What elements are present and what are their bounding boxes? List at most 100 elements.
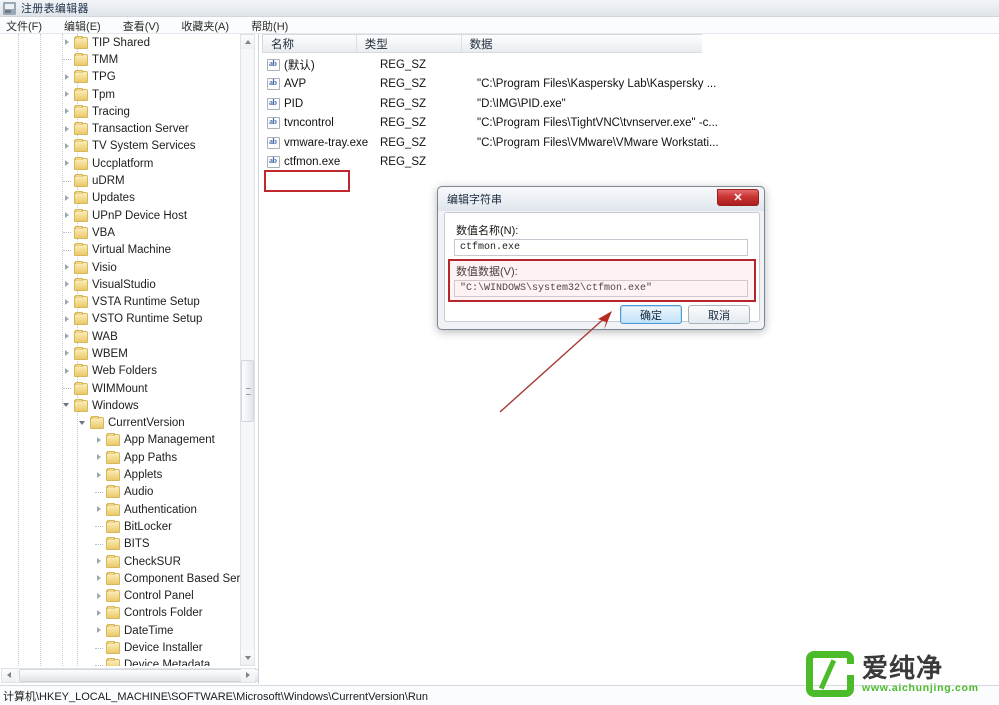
table-row[interactable]: abvmware-tray.exeREG_SZ"C:\Program Files… xyxy=(262,134,897,151)
chevron-right-icon[interactable] xyxy=(94,435,105,446)
scroll-down-arrow-icon[interactable] xyxy=(241,651,254,665)
table-row[interactable]: abtvncontrolREG_SZ"C:\Program Files\Tigh… xyxy=(262,115,897,132)
chevron-right-icon[interactable] xyxy=(94,573,105,584)
chevron-right-icon[interactable] xyxy=(62,37,73,48)
tree-item[interactable]: VSTA Runtime Setup xyxy=(0,293,243,310)
tree-item-label: WIMMount xyxy=(92,383,148,395)
tree-item-label: Visio xyxy=(92,262,117,274)
tree-item[interactable]: Uccplatform xyxy=(0,155,243,172)
scroll-right-arrow-icon[interactable] xyxy=(241,669,255,682)
chevron-right-icon[interactable] xyxy=(62,72,73,83)
folder-icon xyxy=(74,296,88,308)
cancel-button[interactable]: 取消 xyxy=(688,305,750,324)
scroll-up-arrow-icon[interactable] xyxy=(241,35,254,49)
tree-item[interactable]: TIP Shared xyxy=(0,34,243,51)
tree-item[interactable]: Control Panel xyxy=(0,588,243,605)
chevron-right-icon[interactable] xyxy=(62,124,73,135)
value-data-input[interactable]: "C:\WINDOWS\system32\ctfmon.exe" xyxy=(454,280,748,297)
tree-item[interactable]: WBEM xyxy=(0,345,243,362)
chevron-right-icon[interactable] xyxy=(62,193,73,204)
tree-item[interactable]: Web Folders xyxy=(0,363,243,380)
chevron-right-icon[interactable] xyxy=(62,279,73,290)
tree-item[interactable]: Transaction Server xyxy=(0,120,243,137)
tree-item[interactable]: BitLocker xyxy=(0,518,243,535)
table-row[interactable]: abPIDREG_SZ"D:\IMG\PID.exe" xyxy=(262,95,897,112)
tree-item[interactable]: App Paths xyxy=(0,449,243,466)
tree-item[interactable]: TV System Services xyxy=(0,138,243,155)
folder-icon xyxy=(106,452,120,464)
chevron-right-icon[interactable] xyxy=(94,625,105,636)
menu-help[interactable]: 帮助(H) xyxy=(249,18,298,34)
tree-item[interactable]: Windows xyxy=(0,397,243,414)
menu-edit[interactable]: 编辑(E) xyxy=(62,18,111,34)
chevron-right-icon[interactable] xyxy=(62,366,73,377)
chevron-right-icon[interactable] xyxy=(62,210,73,221)
tree-horizontal-scrollbar[interactable] xyxy=(1,668,256,683)
tree-leaf-connector-icon xyxy=(62,227,73,238)
tree-item[interactable]: VBA xyxy=(0,224,243,241)
tree-item[interactable]: VSTO Runtime Setup xyxy=(0,311,243,328)
chevron-right-icon[interactable] xyxy=(94,591,105,602)
chevron-right-icon[interactable] xyxy=(94,504,105,515)
chevron-right-icon[interactable] xyxy=(94,470,105,481)
tree-item[interactable]: CheckSUR xyxy=(0,553,243,570)
tree-item[interactable]: App Management xyxy=(0,432,243,449)
chevron-right-icon[interactable] xyxy=(62,297,73,308)
tree-item[interactable]: Visio xyxy=(0,259,243,276)
tree-item[interactable]: CurrentVersion xyxy=(0,415,243,432)
table-row[interactable]: abAVPREG_SZ"C:\Program Files\Kaspersky L… xyxy=(262,76,897,93)
tree-item[interactable]: Controls Folder xyxy=(0,605,243,622)
value-name-input[interactable]: ctfmon.exe xyxy=(454,239,748,256)
chevron-down-icon[interactable] xyxy=(78,418,89,429)
column-header-type[interactable]: 类型 xyxy=(357,35,462,52)
tree-item[interactable]: Component Based Servi xyxy=(0,570,243,587)
chevron-down-icon[interactable] xyxy=(62,400,73,411)
menu-favorites[interactable]: 收藏夹(A) xyxy=(179,18,239,34)
table-row[interactable]: abctfmon.exeREG_SZ xyxy=(262,154,897,171)
chevron-right-icon[interactable] xyxy=(62,89,73,100)
hscrollbar-thumb[interactable] xyxy=(19,669,259,682)
tree-item[interactable]: Tracing xyxy=(0,103,243,120)
chevron-right-icon[interactable] xyxy=(62,106,73,117)
chevron-right-icon[interactable] xyxy=(62,158,73,169)
ok-button[interactable]: 确定 xyxy=(620,305,682,324)
chevron-right-icon[interactable] xyxy=(94,452,105,463)
tree-item[interactable]: TMM xyxy=(0,51,243,68)
scroll-left-arrow-icon[interactable] xyxy=(2,669,16,682)
table-row[interactable]: ab(默认)REG_SZ xyxy=(262,56,897,73)
tree-item[interactable]: WIMMount xyxy=(0,380,243,397)
chevron-right-icon[interactable] xyxy=(62,314,73,325)
chevron-right-icon[interactable] xyxy=(94,556,105,567)
tree-vertical-scrollbar[interactable] xyxy=(240,34,255,666)
tree-item[interactable]: Applets xyxy=(0,466,243,483)
tree-item[interactable]: WAB xyxy=(0,328,243,345)
menu-view[interactable]: 查看(V) xyxy=(121,18,170,34)
close-icon[interactable]: ✕ xyxy=(717,189,759,206)
chevron-right-icon[interactable] xyxy=(94,608,105,619)
tree-item[interactable]: VisualStudio xyxy=(0,276,243,293)
column-header-name[interactable]: 名称 xyxy=(263,35,357,52)
tree-item[interactable]: Device Installer xyxy=(0,639,243,656)
chevron-right-icon[interactable] xyxy=(62,141,73,152)
tree-item[interactable]: UPnP Device Host xyxy=(0,207,243,224)
chevron-right-icon[interactable] xyxy=(62,262,73,273)
scrollbar-thumb[interactable] xyxy=(241,360,254,422)
tree-rows-container[interactable]: TIP SharedTMMTPGTpmTracingTransaction Se… xyxy=(0,34,243,666)
tree-item[interactable]: DateTime xyxy=(0,622,243,639)
tree-item[interactable]: Device Metadata xyxy=(0,657,243,666)
cell-value-name: tvncontrol xyxy=(284,117,376,129)
tree-item[interactable]: Updates xyxy=(0,190,243,207)
menu-file[interactable]: 文件(F) xyxy=(4,18,52,34)
tree-item[interactable]: TPG xyxy=(0,69,243,86)
chevron-right-icon[interactable] xyxy=(62,348,73,359)
tree-item[interactable]: Audio xyxy=(0,484,243,501)
tree-item[interactable]: Authentication xyxy=(0,501,243,518)
tree-item[interactable]: uDRM xyxy=(0,172,243,189)
tree-item[interactable]: BITS xyxy=(0,536,243,553)
column-header-data[interactable]: 数据 xyxy=(462,35,702,52)
chevron-right-icon[interactable] xyxy=(62,331,73,342)
tree-item[interactable]: Tpm xyxy=(0,86,243,103)
tree-leaf-connector-icon xyxy=(94,521,105,532)
tree-item[interactable]: Virtual Machine xyxy=(0,242,243,259)
tree-item-label: Applets xyxy=(124,469,162,481)
